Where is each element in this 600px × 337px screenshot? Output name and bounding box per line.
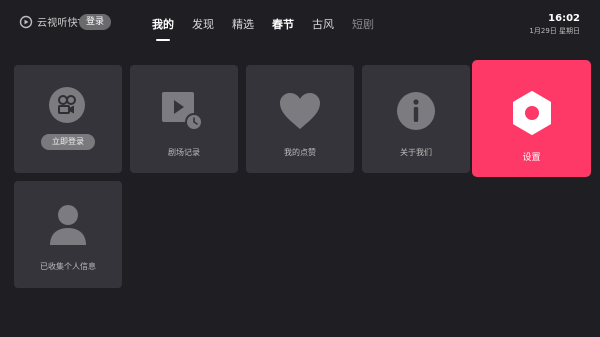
personal-info-label: 已收集个人信息 [40,262,96,271]
history-label: 剧场记录 [168,148,200,157]
user-video-icon [49,87,85,123]
play-history-icon [162,92,203,131]
app-logo-icon [19,15,33,28]
likes-label: 我的点赞 [284,148,316,157]
about-card[interactable]: 关于我们 [362,65,470,173]
about-label: 关于我们 [400,148,432,157]
account-card[interactable]: 立即登录 [14,65,122,173]
history-card[interactable]: 剧场记录 [130,65,238,173]
nav-tabs: 我的 发现 精选 春节 古风 短剧 [152,16,392,32]
settings-card[interactable]: 设置 [472,60,591,177]
heart-icon [280,93,320,129]
clock-date: 1月29日 星期日 [529,27,580,35]
clock: 16:02 1月29日 星期日 [529,13,580,36]
info-icon [397,92,435,130]
tab-short-drama[interactable]: 短剧 [352,16,374,32]
settings-hexagon-icon [513,91,551,135]
login-now-button[interactable]: 立即登录 [41,134,95,150]
person-icon [50,205,86,245]
personal-info-card[interactable]: 已收集个人信息 [14,181,122,288]
tab-spring-festival[interactable]: 春节 [272,16,294,32]
settings-label: 设置 [522,153,541,163]
tab-featured[interactable]: 精选 [232,16,254,32]
login-button[interactable]: 登录 [79,14,111,30]
tab-discover[interactable]: 发现 [192,16,214,32]
tab-ancient-style[interactable]: 古风 [312,16,334,32]
likes-card[interactable]: 我的点赞 [246,65,354,173]
tab-mine[interactable]: 我的 [152,16,174,32]
top-bar: 云视听快TV 登录 我的 发现 精选 春节 古风 短剧 16:02 1月29日 … [0,0,600,44]
clock-time: 16:02 [548,13,580,24]
